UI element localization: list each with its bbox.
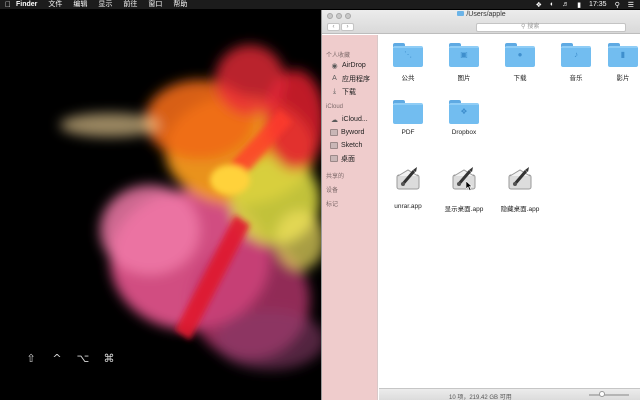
folder-item[interactable]: ▮ 影片 — [603, 43, 640, 82]
menu-go[interactable]: 前往 — [123, 0, 137, 9]
slider-knob[interactable] — [599, 391, 605, 397]
folder-item[interactable]: ● 下载 — [495, 43, 545, 82]
wifi-icon[interactable]: ◐ — [550, 1, 554, 8]
menu-view[interactable]: 显示 — [98, 0, 112, 9]
sidebar-header-devices: 设备 — [326, 188, 339, 194]
downloads-icon: ⤓ — [332, 87, 337, 95]
applescript-app-icon — [508, 167, 532, 190]
sidebar-item-icloud-drive[interactable]: ☁ iCloud... — [330, 114, 368, 125]
folder-item[interactable]: ⋱ 公共 — [383, 43, 433, 82]
search-field[interactable]: ⚲ 搜索 — [476, 23, 626, 32]
menu-help[interactable]: 帮助 — [173, 0, 187, 9]
folder-item[interactable]: ❖ Dropbox — [439, 100, 489, 136]
notification-center-icon[interactable]: ☰ — [628, 1, 634, 9]
applescript-app-icon — [452, 167, 476, 190]
shift-key-icon: ⇧ — [26, 352, 36, 365]
sidebar-item-downloads[interactable]: ⤓ 下载 — [330, 86, 356, 97]
icon-size-slider[interactable] — [589, 391, 629, 397]
desktop: ⇧ ^ ⌥ ⌘  Finder 文件 编辑 显示 前往 窗口 帮助 ❖ ◐ ♬… — [0, 0, 640, 400]
dropbox-folder-icon: ❖ — [449, 100, 479, 124]
modifier-keys: ⇧ ^ ⌥ ⌘ — [18, 352, 122, 365]
pictures-folder-icon: ▣ — [449, 43, 479, 67]
file-grid: ⋱ 公共 ▣ 图片 ● 下载 ♪ 音乐 ▮ 影片 PDF ❖ Dropbox u… — [379, 35, 640, 388]
menu-finder[interactable]: Finder — [16, 0, 37, 9]
menu-window[interactable]: 窗口 — [148, 0, 162, 9]
back-button[interactable]: ‹ — [327, 23, 340, 31]
sidebar-item-applications[interactable]: A 应用程序 — [330, 73, 370, 84]
sidebar-item-sketch[interactable]: Sketch — [330, 140, 362, 151]
window-title: /Users/apple — [322, 11, 640, 18]
folder-item[interactable]: PDF — [383, 100, 433, 136]
music-folder-icon: ♪ — [561, 43, 591, 67]
app-item[interactable]: unrar.app — [383, 163, 433, 210]
sidebar: 个人收藏 ◉ AirDrop A 应用程序 ⤓ 下载 iCloud ☁ iCloud..… — [322, 35, 378, 400]
sidebar-header-shared: 共享的 — [326, 174, 345, 180]
public-folder-icon: ⋱ — [393, 43, 423, 67]
home-folder-icon — [457, 11, 465, 16]
forward-button[interactable]: › — [341, 23, 354, 31]
apple-menu-icon[interactable]:  — [0, 0, 16, 9]
movies-folder-icon: ▮ — [608, 43, 638, 67]
sidebar-header-favorites: 个人收藏 — [326, 53, 351, 59]
downloads-folder-icon: ● — [505, 43, 535, 67]
command-key-icon: ⌘ — [103, 352, 115, 365]
menu-edit[interactable]: 编辑 — [73, 0, 87, 9]
status-text: 10 项，219.42 GB 可用 — [449, 395, 512, 400]
sidebar-header-icloud: iCloud — [326, 104, 344, 110]
finder-window: /Users/apple ‹ › ⚲ 搜索 个人收藏 ◉ AirDrop A 应用程序… — [321, 10, 640, 400]
status-menus: ❖ ◐ ♬ ▮ 17:35 ⚲ ☰ — [536, 0, 634, 9]
sidebar-item-airdrop[interactable]: ◉ AirDrop — [330, 60, 365, 71]
folder-icon — [330, 142, 338, 149]
sidebar-header-tags: 标记 — [326, 202, 339, 208]
option-key-icon: ⌥ — [76, 352, 90, 365]
search-icon: ⚲ — [521, 24, 526, 30]
cloud-icon: ☁ — [331, 116, 338, 124]
menu-file[interactable]: 文件 — [48, 0, 62, 9]
control-key-icon: ^ — [52, 352, 62, 365]
sidebar-item-desktop[interactable]: 桌面 — [330, 153, 355, 164]
menu-bar:  Finder 文件 编辑 显示 前往 窗口 帮助 ❖ ◐ ♬ ▮ 17:35… — [0, 0, 640, 9]
mouse-cursor-icon — [466, 181, 473, 191]
applescript-app-icon — [396, 167, 420, 190]
app-item[interactable]: 显示桌面.app — [439, 163, 489, 213]
folder-item[interactable]: ♪ 音乐 — [551, 43, 601, 82]
desktop-folder-icon — [330, 155, 338, 162]
status-bar: 10 项，219.42 GB 可用 — [379, 388, 640, 400]
applications-icon: A — [332, 75, 337, 82]
battery-icon[interactable]: ▮ — [577, 1, 581, 9]
airdrop-icon: ◉ — [331, 62, 338, 70]
folder-item[interactable]: ▣ 图片 — [439, 43, 489, 82]
dropbox-menu-icon[interactable]: ❖ — [536, 1, 542, 9]
title-bar[interactable]: /Users/apple ‹ › ⚲ 搜索 — [322, 10, 640, 34]
app-item[interactable]: 隐藏桌面.app — [495, 163, 545, 213]
folder-icon — [330, 129, 338, 136]
spotlight-icon[interactable]: ⚲ — [615, 1, 620, 9]
volume-icon[interactable]: ♬ — [562, 1, 569, 8]
sidebar-item-byword[interactable]: Byword — [330, 127, 364, 138]
folder-icon — [393, 100, 423, 124]
menu-clock[interactable]: 17:35 — [589, 1, 607, 8]
